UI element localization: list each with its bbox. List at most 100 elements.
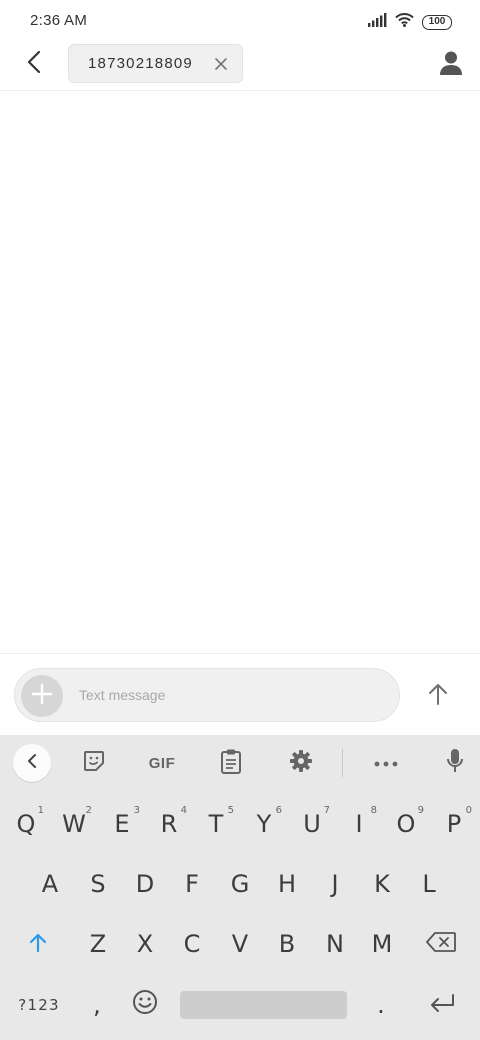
key-c[interactable]: C bbox=[168, 923, 216, 965]
gear-icon bbox=[289, 749, 313, 778]
key-label: T bbox=[208, 810, 224, 838]
key-hint: 3 bbox=[133, 805, 140, 816]
compose-bar bbox=[0, 653, 480, 735]
key-hint: 0 bbox=[465, 805, 472, 816]
key-s[interactable]: S bbox=[74, 863, 122, 905]
more-horizontal-icon bbox=[374, 754, 398, 772]
key-hint: 2 bbox=[85, 805, 92, 816]
key-l[interactable]: L bbox=[405, 863, 453, 905]
key-label: H bbox=[277, 870, 297, 898]
recipient-number: 18730218809 bbox=[88, 55, 193, 72]
more-button[interactable] bbox=[367, 744, 405, 782]
key-hint: 9 bbox=[417, 805, 424, 816]
backspace-icon bbox=[426, 930, 456, 958]
key-label: W bbox=[62, 810, 86, 838]
status-bar: 2:36 AM 100 bbox=[0, 0, 480, 44]
key-f[interactable]: F bbox=[168, 863, 216, 905]
key-m[interactable]: M bbox=[358, 923, 406, 965]
symbols-key[interactable]: ?123 bbox=[8, 984, 70, 1026]
key-e[interactable]: E3 bbox=[98, 803, 146, 845]
key-label: K bbox=[374, 870, 390, 898]
clipboard-button[interactable] bbox=[212, 744, 250, 782]
recipient-chip[interactable]: 18730218809 bbox=[68, 44, 243, 83]
key-label: P bbox=[446, 810, 462, 838]
key-a[interactable]: A bbox=[26, 863, 74, 905]
clipboard-icon bbox=[220, 748, 242, 779]
key-q[interactable]: Q1 bbox=[2, 803, 50, 845]
signal-icon bbox=[368, 12, 387, 32]
period-label: . bbox=[377, 991, 385, 1019]
space-key[interactable] bbox=[180, 991, 347, 1019]
key-label: M bbox=[371, 930, 393, 958]
back-button[interactable] bbox=[18, 48, 50, 80]
mic-icon bbox=[446, 748, 464, 779]
key-label: I bbox=[355, 810, 363, 838]
key-label: A bbox=[41, 870, 59, 898]
keyboard-settings-button[interactable] bbox=[282, 744, 320, 782]
keyboard-collapse-button[interactable] bbox=[13, 744, 51, 782]
key-label: L bbox=[422, 870, 436, 898]
key-label: D bbox=[135, 870, 155, 898]
comma-key[interactable]: , bbox=[76, 984, 118, 1026]
comma-label: , bbox=[93, 991, 101, 1019]
shift-arrow-icon bbox=[28, 930, 48, 958]
key-t[interactable]: T5 bbox=[192, 803, 240, 845]
send-arrow-icon bbox=[428, 683, 448, 710]
key-label: O bbox=[396, 810, 416, 838]
key-label: U bbox=[303, 810, 321, 838]
key-hint: 5 bbox=[227, 805, 234, 816]
key-v[interactable]: V bbox=[216, 923, 264, 965]
message-input[interactable] bbox=[79, 669, 379, 721]
key-label: B bbox=[278, 930, 296, 958]
key-z[interactable]: Z bbox=[74, 923, 122, 965]
key-label: F bbox=[185, 870, 199, 898]
key-x[interactable]: X bbox=[121, 923, 169, 965]
key-p[interactable]: P0 bbox=[430, 803, 478, 845]
symbols-label: ?123 bbox=[18, 996, 60, 1014]
attach-button[interactable] bbox=[21, 675, 63, 717]
status-icons: 100 bbox=[368, 12, 452, 32]
key-label: Y bbox=[256, 810, 272, 838]
key-w[interactable]: W2 bbox=[50, 803, 98, 845]
conversation-header: 18730218809 bbox=[0, 44, 480, 91]
key-d[interactable]: D bbox=[121, 863, 169, 905]
enter-key[interactable] bbox=[418, 984, 466, 1026]
key-g[interactable]: G bbox=[216, 863, 264, 905]
key-label: E bbox=[114, 810, 130, 838]
shift-key[interactable] bbox=[14, 923, 62, 965]
send-button[interactable] bbox=[420, 678, 456, 714]
key-r[interactable]: R4 bbox=[145, 803, 193, 845]
key-k[interactable]: K bbox=[358, 863, 406, 905]
voice-input-button[interactable] bbox=[436, 744, 474, 782]
key-label: G bbox=[230, 870, 250, 898]
key-hint: 7 bbox=[323, 805, 330, 816]
key-b[interactable]: B bbox=[263, 923, 311, 965]
sticker-button[interactable] bbox=[75, 744, 113, 782]
contact-button[interactable] bbox=[438, 50, 464, 76]
key-i[interactable]: I8 bbox=[335, 803, 383, 845]
close-icon[interactable] bbox=[214, 57, 228, 71]
key-o[interactable]: O9 bbox=[382, 803, 430, 845]
key-hint: 4 bbox=[180, 805, 187, 816]
emoji-icon bbox=[132, 989, 158, 1021]
emoji-key[interactable] bbox=[124, 984, 166, 1026]
key-y[interactable]: Y6 bbox=[240, 803, 288, 845]
key-label: X bbox=[136, 930, 154, 958]
wifi-icon bbox=[395, 12, 414, 32]
key-hint: 1 bbox=[37, 805, 44, 816]
key-hint: 6 bbox=[275, 805, 282, 816]
period-key[interactable]: . bbox=[360, 984, 402, 1026]
sticker-icon bbox=[82, 749, 106, 778]
key-h[interactable]: H bbox=[263, 863, 311, 905]
enter-icon bbox=[429, 991, 455, 1019]
key-u[interactable]: U7 bbox=[288, 803, 336, 845]
key-j[interactable]: J bbox=[311, 863, 359, 905]
gif-button[interactable]: GIF bbox=[143, 744, 181, 782]
key-n[interactable]: N bbox=[311, 923, 359, 965]
key-label: V bbox=[231, 930, 249, 958]
toolbar-divider bbox=[342, 749, 343, 777]
key-label: Z bbox=[89, 930, 107, 958]
chevron-left-icon bbox=[26, 753, 38, 774]
keyboard: G I F Q 1 W 2 E 3 R 4 T 5 Y 6 U 7 I 8 O 9 … bbox=[0, 735, 480, 1040]
backspace-key[interactable] bbox=[414, 923, 468, 965]
